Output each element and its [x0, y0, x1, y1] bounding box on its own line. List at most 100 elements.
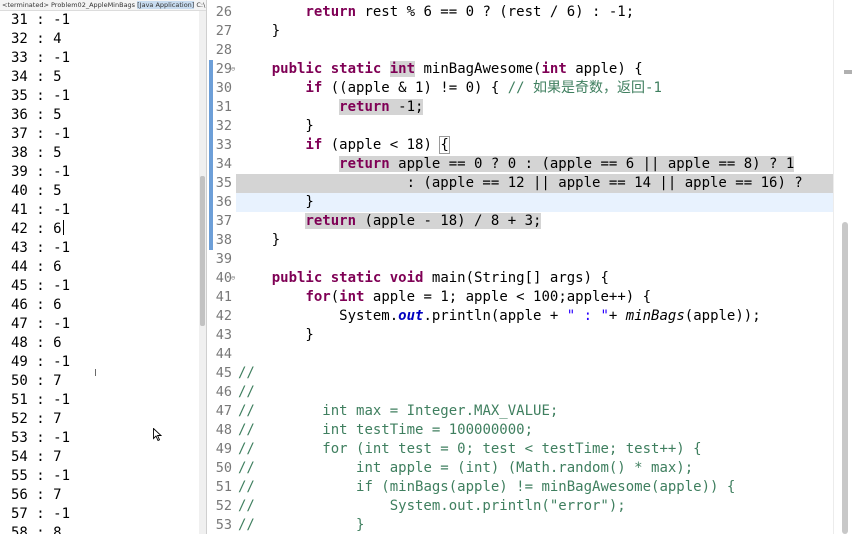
code-token: { [439, 136, 450, 154]
code-token: int apple = (int) (Math.random() * max); [356, 460, 694, 476]
code-token: // [238, 498, 255, 514]
line-number: 44 [215, 346, 232, 362]
code-token: minBagAwesome( [415, 61, 542, 77]
line-number: 39 [215, 251, 232, 267]
console-header-prefix: <terminated> Problem02_AppleMinBags [2, 1, 138, 9]
code-line[interactable]: // int max = Integer.MAX_VALUE; [238, 402, 558, 421]
code-line[interactable]: return rest % 6 == 0 ? (rest / 6) : -1; [238, 3, 634, 22]
code-token: int [541, 61, 567, 77]
code-token: // 如果是奇数，返回-1 [507, 80, 662, 96]
fold-toggle-icon[interactable]: ⊖ [231, 60, 235, 79]
console-panel[interactable]: <terminated> Problem02_AppleMinBags [Jav… [0, 0, 207, 534]
code-line[interactable]: // [238, 364, 255, 383]
code-token: if (minBags(apple) != minBagAwesome(appl… [356, 479, 736, 495]
console-line: 49 : -1 [11, 354, 71, 370]
fold-toggle-icon[interactable]: ⊖ [231, 269, 235, 288]
code-line[interactable]: return -1; [238, 98, 424, 117]
code-token: // [238, 441, 255, 457]
line-number: 29 [215, 61, 232, 77]
code-line[interactable]: public static int minBagAwesome(int appl… [238, 60, 643, 79]
code-token: ; [549, 403, 559, 419]
code-token: MAX_VALUE [474, 403, 550, 419]
code-line[interactable]: // for (int test = 0; test < testTime; t… [238, 440, 702, 459]
line-number: 26 [215, 4, 232, 20]
code-line[interactable]: : (apple == 12 || apple == 14 || apple =… [238, 174, 803, 193]
editor-scrollbar-thumb[interactable] [842, 222, 848, 534]
console-header-path: C:\Program Files [196, 1, 206, 9]
code-token: public [271, 270, 323, 286]
console-line: 38 : 5 [11, 145, 62, 161]
console-line: 33 : -1 [11, 50, 71, 66]
code-line[interactable]: } [238, 193, 313, 212]
code-line[interactable]: return apple == 0 ? 0 : (apple == 6 || a… [238, 155, 795, 174]
code-line[interactable]: // int apple = (int) (Math.random() * ma… [238, 459, 693, 478]
code-line[interactable]: } [238, 231, 280, 250]
console-line: 51 : -1 [11, 392, 71, 408]
line-number: 49 [215, 441, 232, 457]
console-scrollbar[interactable] [199, 11, 206, 534]
code-token: static [330, 61, 382, 77]
code-line[interactable]: if ((apple & 1) != 0) { // 如果是奇数，返回-1 [238, 79, 662, 98]
code-token: return -1; [339, 99, 424, 115]
code-line[interactable]: System.out.println(apple + " : "+ minBag… [238, 307, 761, 326]
console-line: 34 : 5 [11, 69, 62, 85]
line-number: 52 [215, 498, 232, 514]
code-token: // [238, 460, 255, 476]
editor-scrollbar[interactable] [833, 0, 853, 534]
code-line[interactable]: // System.out.println("error"); [238, 497, 626, 516]
code-editor[interactable]: 26 27 28 29 30 31 32 33 34 35 36 37 38 3… [208, 0, 853, 534]
line-number: 51 [215, 479, 232, 495]
code-token: int [389, 61, 416, 77]
line-number: 33 [215, 137, 232, 153]
code-line[interactable]: // [238, 383, 255, 402]
line-number: 28 [215, 42, 232, 58]
code-token: minBags [625, 308, 685, 324]
code-token: System. [238, 308, 399, 324]
code-token: // [238, 384, 255, 400]
line-number: 45 [215, 365, 232, 381]
code-line[interactable]: if (apple < 18) { [238, 136, 450, 155]
line-number: 30 [215, 80, 232, 96]
code-line[interactable]: } [238, 326, 313, 345]
line-number: 36 [215, 194, 232, 210]
console-line: 37 : -1 [11, 126, 71, 142]
code-line[interactable]: public static void main(String[] args) { [238, 269, 609, 288]
console-line: 32 : 4 [11, 31, 62, 47]
console-line: 53 : -1 [11, 430, 71, 446]
code-token: if [305, 137, 323, 153]
console-line-with-caret: 42 : 6 [11, 220, 64, 239]
code-token: // [238, 403, 255, 419]
code-line[interactable]: } [238, 117, 313, 136]
mouse-pointer-icon [153, 428, 162, 441]
line-number: 48 [215, 422, 232, 438]
code-line[interactable]: } [238, 22, 280, 41]
console-line: 57 : -1 [11, 506, 71, 522]
console-output[interactable]: 31 : -1 32 : 4 33 : -1 34 : 5 35 : -1 36… [0, 11, 198, 534]
code-token: System.out.println("error"); [389, 498, 626, 514]
code-line[interactable]: for(int apple = 1; apple < 100;apple++) … [238, 288, 651, 307]
console-line: 56 : 7 [11, 487, 62, 503]
code-line[interactable]: // int testTime = 100000000; [238, 421, 533, 440]
code-token: // [238, 479, 255, 495]
console-scrollbar-thumb[interactable] [200, 176, 205, 326]
code-token: void [389, 270, 424, 286]
console-line: 36 : 5 [11, 107, 62, 123]
code-token: int max = Integer. [322, 403, 475, 419]
console-line: 54 : 7 [11, 449, 62, 465]
console-line: 43 : -1 [11, 240, 71, 256]
code-line[interactable]: // } [238, 516, 364, 534]
current-line-highlight [236, 193, 833, 212]
console-line: 55 : -1 [11, 468, 71, 484]
code-token: ((apple & 1) != 0) { [322, 80, 508, 96]
code-token: out [398, 308, 424, 324]
code-line[interactable]: return (apple - 18) / 8 + 3; [238, 212, 542, 231]
line-number: 47 [215, 403, 232, 419]
console-line: 48 : 6 [11, 335, 62, 351]
line-number: 27 [215, 23, 232, 39]
code-line[interactable]: // if (minBags(apple) != minBagAwesome(a… [238, 478, 735, 497]
code-token: for (int test = 0; test < testTime; test… [322, 441, 702, 457]
